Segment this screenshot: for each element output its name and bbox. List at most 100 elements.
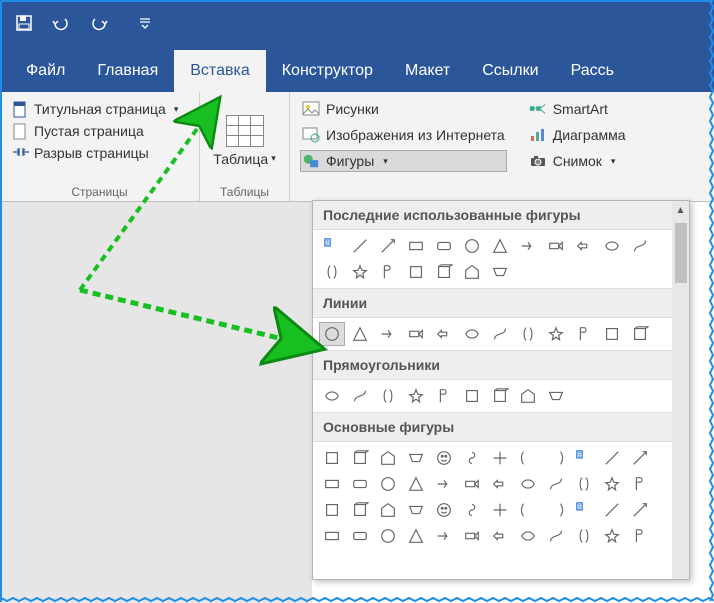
shape-item[interactable]: [515, 472, 541, 496]
shape-item[interactable]: [403, 322, 429, 346]
shape-item[interactable]: [403, 384, 429, 408]
shape-item[interactable]: [459, 234, 485, 258]
shape-item[interactable]: [459, 498, 485, 522]
shape-item[interactable]: [515, 322, 541, 346]
shape-item[interactable]: [543, 384, 569, 408]
shape-item[interactable]: [431, 260, 457, 284]
shape-item[interactable]: [627, 524, 653, 548]
save-icon[interactable]: [15, 14, 33, 32]
shape-item[interactable]: [515, 384, 541, 408]
shape-item[interactable]: [571, 524, 597, 548]
shape-item[interactable]: [599, 498, 625, 522]
shape-item[interactable]: [375, 524, 401, 548]
qat-customize-icon[interactable]: [139, 17, 151, 29]
illus-фигуры[interactable]: Фигуры▾: [300, 150, 507, 172]
shape-item[interactable]: [487, 260, 513, 284]
shape-item[interactable]: [627, 472, 653, 496]
shape-item[interactable]: [543, 234, 569, 258]
shape-item[interactable]: [403, 498, 429, 522]
shape-item[interactable]: [543, 472, 569, 496]
shape-item[interactable]: [543, 524, 569, 548]
tab-ссылки[interactable]: Ссылки: [466, 50, 554, 92]
shape-item[interactable]: [431, 472, 457, 496]
shape-item[interactable]: [571, 472, 597, 496]
shape-item[interactable]: [627, 446, 653, 470]
shape-item[interactable]: [403, 472, 429, 496]
shape-item[interactable]: [347, 498, 373, 522]
shape-item[interactable]: [599, 234, 625, 258]
shape-item[interactable]: [431, 384, 457, 408]
shape-item[interactable]: [347, 472, 373, 496]
shapes-scrollbar[interactable]: ▲: [672, 201, 689, 579]
shape-item[interactable]: [319, 498, 345, 522]
tab-макет[interactable]: Макет: [389, 50, 466, 92]
shape-item[interactable]: [487, 524, 513, 548]
shape-item[interactable]: [599, 472, 625, 496]
shape-item[interactable]: [347, 322, 373, 346]
shape-item[interactable]: [487, 472, 513, 496]
shape-item[interactable]: [543, 498, 569, 522]
shape-item[interactable]: [375, 446, 401, 470]
undo-icon[interactable]: [51, 15, 71, 31]
shape-item[interactable]: [403, 260, 429, 284]
shape-item[interactable]: [319, 384, 345, 408]
table-button[interactable]: Таблица ▾: [213, 151, 275, 167]
shape-item[interactable]: [375, 234, 401, 258]
table-icon[interactable]: [226, 115, 264, 147]
scroll-thumb[interactable]: [675, 223, 687, 283]
pages-item-2[interactable]: Разрыв страницы: [10, 142, 189, 164]
shape-item[interactable]: [515, 234, 541, 258]
shape-item[interactable]: [347, 446, 373, 470]
shape-item[interactable]: [571, 498, 597, 522]
shape-item[interactable]: [347, 524, 373, 548]
shape-item[interactable]: [571, 322, 597, 346]
tab-конструктор[interactable]: Конструктор: [266, 50, 389, 92]
illus-рисунки[interactable]: Рисунки: [300, 98, 507, 120]
scroll-up-icon[interactable]: ▲: [674, 204, 687, 217]
shape-item[interactable]: [431, 234, 457, 258]
pages-item-1[interactable]: Пустая страница: [10, 120, 189, 142]
shape-item[interactable]: [515, 524, 541, 548]
shape-item[interactable]: [543, 322, 569, 346]
shape-item[interactable]: [487, 384, 513, 408]
illus-изображения-из-интернета[interactable]: Изображения из Интернета: [300, 124, 507, 146]
shape-item[interactable]: [319, 234, 345, 258]
shape-item[interactable]: [599, 446, 625, 470]
illus-диаграмма[interactable]: Диаграмма: [527, 124, 628, 146]
shape-item[interactable]: [627, 322, 653, 346]
shape-item[interactable]: [375, 472, 401, 496]
shape-item[interactable]: [319, 524, 345, 548]
shape-item[interactable]: [319, 322, 345, 346]
shape-item[interactable]: [347, 384, 373, 408]
tab-рассь[interactable]: Рассь: [555, 50, 630, 92]
tab-вставка[interactable]: Вставка: [174, 50, 265, 92]
shape-item[interactable]: [459, 472, 485, 496]
shape-item[interactable]: [487, 446, 513, 470]
shape-item[interactable]: [599, 322, 625, 346]
shape-item[interactable]: [375, 260, 401, 284]
shape-item[interactable]: [487, 322, 513, 346]
shape-item[interactable]: [319, 446, 345, 470]
tab-главная[interactable]: Главная: [81, 50, 174, 92]
shape-item[interactable]: [431, 446, 457, 470]
shape-item[interactable]: [431, 498, 457, 522]
shape-item[interactable]: [459, 322, 485, 346]
shape-item[interactable]: [375, 384, 401, 408]
shape-item[interactable]: [319, 472, 345, 496]
shape-item[interactable]: [487, 498, 513, 522]
shape-item[interactable]: [375, 322, 401, 346]
shape-item[interactable]: [431, 524, 457, 548]
shape-item[interactable]: [571, 234, 597, 258]
tab-файл[interactable]: Файл: [10, 50, 81, 92]
shape-item[interactable]: [515, 446, 541, 470]
shape-item[interactable]: [627, 234, 653, 258]
shape-item[interactable]: [543, 446, 569, 470]
illus-smartart[interactable]: SmartArt: [527, 98, 628, 120]
shape-item[interactable]: [627, 498, 653, 522]
shape-item[interactable]: [515, 498, 541, 522]
shape-item[interactable]: [459, 446, 485, 470]
shape-item[interactable]: [375, 498, 401, 522]
shape-item[interactable]: [403, 446, 429, 470]
shape-item[interactable]: [319, 260, 345, 284]
shape-item[interactable]: [599, 524, 625, 548]
